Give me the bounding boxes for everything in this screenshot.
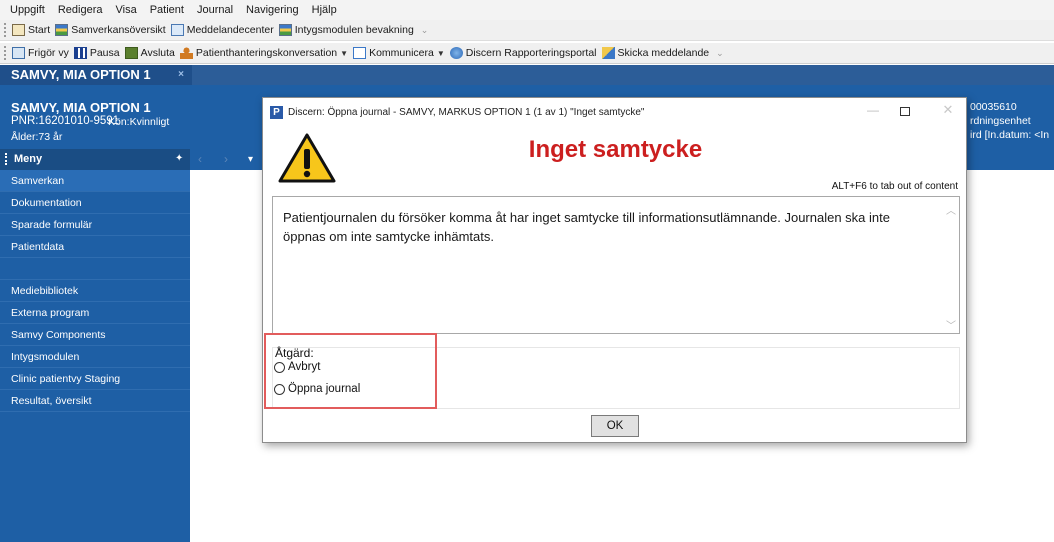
ok-button[interactable]: OK [591,415,639,437]
chevron-down-icon: ▼ [436,48,445,58]
sidebar-item-samvy-components[interactable]: Samvy Components [0,324,190,346]
patient-gender: Kön:Kvinnligt [108,116,170,128]
sidebar-item-sparade-formular[interactable]: Sparade formulär [0,214,190,236]
exit-icon [124,47,138,59]
toolbar-grip[interactable] [4,46,8,60]
samverkansoversikt-button[interactable]: Samverkansöversikt [55,24,166,36]
kommunicera-button[interactable]: Kommunicera ▼ [353,47,445,59]
menubar: Uppgift Redigera Visa Patient Journal Na… [0,0,1054,20]
globe-icon [449,47,463,59]
certificate-module-icon [278,24,292,36]
chevron-down-icon: ▼ [340,48,349,58]
close-icon[interactable]: ✕ [939,102,957,120]
avsluta-button[interactable]: Avsluta [124,47,175,59]
sidebar-item-blank [0,258,190,280]
minimize-icon[interactable]: — [864,103,882,119]
menu-hjalp[interactable]: Hjälp [312,4,337,16]
sidebar-item-resultat-oversikt[interactable]: Resultat, översikt [0,390,190,412]
message-box[interactable]: Patientjournalen du försöker komma åt ha… [272,196,960,334]
maximize-icon[interactable] [900,107,910,116]
patient-name: SAMVY, MIA OPTION 1 [11,100,151,115]
skicka-meddelande-button[interactable]: Skicka meddelande [601,47,709,59]
dialog-heading: Inget samtycke [528,136,703,163]
toolbar-grip[interactable] [4,23,8,37]
toolbar-secondary: Frigör vy Pausa Avsluta Patienthantering… [0,43,1054,64]
annotation-highlight-box [264,333,437,409]
frigor-vy-button[interactable]: Frigör vy [12,47,69,59]
keyboard-hint: ALT+F6 to tab out of content [831,181,958,192]
menu-redigera[interactable]: Redigera [58,4,103,16]
intygsmodulen-button[interactable]: Intygsmodulen bevakning [278,24,414,36]
pausa-button[interactable]: Pausa [73,47,120,59]
sidebar-item-clinic-patientvy[interactable]: Clinic patientvy Staging [0,368,190,390]
banner-right-line-3: ird [In.datum: <In [970,129,1050,141]
envelope-icon [353,47,367,59]
patient-tab-row: SAMVY, MIA OPTION 1 × [0,65,1054,85]
meddelandecenter-button[interactable]: Meddelandecenter [170,24,274,36]
message-center-icon [170,24,184,36]
patient-age: Ålder:73 år [11,131,63,143]
forward-arrow-icon[interactable]: › [224,152,228,166]
sidebar-item-externa-program[interactable]: Externa program [0,302,190,324]
home-icon [12,24,25,36]
toolbar-overflow-icon[interactable]: ⌄ [716,48,724,59]
menu-navigering[interactable]: Navigering [246,4,299,16]
sidebar-item-patientdata[interactable]: Patientdata [0,236,190,258]
dialog-title: Discern: Öppna journal - SAMVY, MARKUS O… [288,107,645,118]
menu-visa[interactable]: Visa [116,4,137,16]
scroll-up-icon[interactable]: ︿ [945,202,957,217]
menu-journal[interactable]: Journal [197,4,233,16]
patient-pnr: PNR:16201010-9591 [11,115,120,127]
sidebar-item-dokumentation[interactable]: Dokumentation [0,192,190,214]
pause-icon [73,47,87,59]
menu-uppgift[interactable]: Uppgift [10,4,45,16]
release-view-icon [12,47,25,59]
close-icon[interactable]: × [175,69,187,81]
send-message-icon [601,47,615,59]
start-button[interactable]: Start [12,24,50,36]
chevron-down-icon[interactable]: ▾ [248,154,253,165]
message-text: Patientjournalen du försöker komma åt ha… [283,210,890,244]
back-arrow-icon[interactable]: ‹ [198,152,202,166]
sidebar-item-intygsmodulen[interactable]: Intygsmodulen [0,346,190,368]
sidebar-header[interactable]: Meny ✦ [0,149,190,170]
pin-icon[interactable]: ✦ [175,153,183,164]
toolbar-overflow-icon[interactable]: ⌄ [421,25,429,36]
patient-tab[interactable]: SAMVY, MIA OPTION 1 × [0,65,192,85]
toolbar-primary: Start Samverkansöversikt Meddelandecente… [0,20,1054,41]
banner-right-line-1: 00035610 [970,101,1017,113]
overview-icon [55,24,69,36]
menu-patient[interactable]: Patient [150,4,184,16]
scroll-down-icon[interactable]: ﹀ [945,317,957,332]
rapporteringsportal-button[interactable]: Discern Rapporteringsportal [449,47,597,59]
dialog-title-bar[interactable]: P Discern: Öppna journal - SAMVY, MARKUS… [263,98,966,128]
patienthanteringskonversation-button[interactable]: Patienthanteringskonversation ▼ [179,47,349,59]
sidebar-item-mediebibliotek[interactable]: Mediebibliotek [0,280,190,302]
sidebar: Samverkan Dokumentation Sparade formulär… [0,170,190,542]
person-icon [179,47,193,59]
sidebar-item-samverkan[interactable]: Samverkan [0,170,190,192]
discern-app-icon: P [270,106,283,119]
banner-right-line-2: rdningsenhet [970,115,1031,127]
grip-icon [5,153,8,165]
